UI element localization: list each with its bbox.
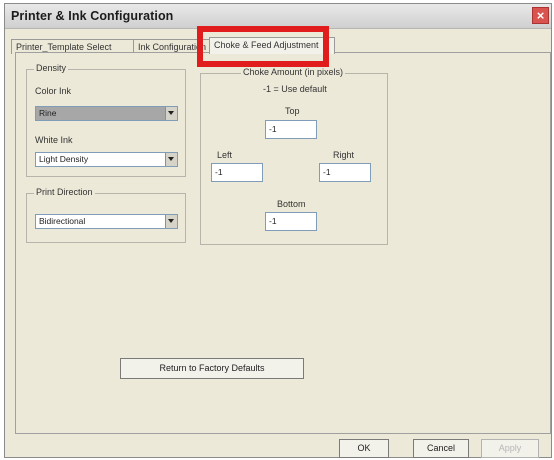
chevron-down-icon[interactable] — [165, 215, 177, 228]
tab-label: Printer_Template Select — [16, 42, 112, 52]
dialog-button-bar: OK Cancel Apply — [5, 434, 551, 458]
window-title: Printer & Ink Configuration — [11, 9, 174, 23]
white-ink-value: Light Density — [39, 154, 89, 164]
bottom-input[interactable]: -1 — [265, 212, 317, 231]
right-value: -1 — [323, 167, 331, 177]
left-label: Left — [217, 150, 233, 160]
white-ink-select[interactable]: Light Density — [35, 152, 178, 167]
choke-hint: -1 = Use default — [263, 84, 327, 94]
chevron-down-icon[interactable] — [165, 107, 177, 120]
print-direction-legend: Print Direction — [34, 187, 95, 197]
white-ink-label: White Ink — [35, 135, 73, 145]
top-label: Top — [285, 106, 300, 116]
left-value: -1 — [215, 167, 223, 177]
right-input[interactable]: -1 — [319, 163, 371, 182]
chevron-down-icon[interactable] — [165, 153, 177, 166]
color-ink-label: Color Ink — [35, 86, 72, 96]
density-legend: Density — [34, 63, 69, 73]
bottom-label: Bottom — [277, 199, 306, 209]
print-direction-value: Bidirectional — [39, 216, 86, 226]
color-ink-value: Rine — [39, 108, 57, 118]
color-ink-select[interactable]: Rine — [35, 106, 178, 121]
config-window: Printer & Ink Configuration × Printer_Te… — [4, 3, 552, 458]
bottom-value: -1 — [269, 216, 277, 226]
print-direction-group: Print Direction Bidirectional — [26, 187, 186, 243]
close-icon: × — [536, 8, 545, 23]
ok-button[interactable]: OK — [339, 439, 389, 458]
right-label: Right — [333, 150, 355, 160]
density-group: Density Color Ink Rine White Ink Light D… — [26, 63, 186, 177]
left-input[interactable]: -1 — [211, 163, 263, 182]
tab-panel: Density Color Ink Rine White Ink Light D… — [15, 52, 551, 434]
print-direction-select[interactable]: Bidirectional — [35, 214, 178, 229]
top-input[interactable]: -1 — [265, 120, 317, 139]
choke-legend: Choke Amount (in pixels) — [241, 67, 346, 77]
cancel-button[interactable]: Cancel — [413, 439, 469, 458]
top-value: -1 — [269, 124, 277, 134]
apply-button: Apply — [481, 439, 539, 458]
choke-amount-group: Choke Amount (in pixels) -1 = Use defaul… — [200, 67, 388, 245]
highlight-box — [197, 26, 329, 67]
close-button[interactable]: × — [532, 7, 549, 24]
return-to-factory-defaults-button[interactable]: Return to Factory Defaults — [120, 358, 304, 379]
tab-label: Ink Configuration — [138, 42, 207, 52]
